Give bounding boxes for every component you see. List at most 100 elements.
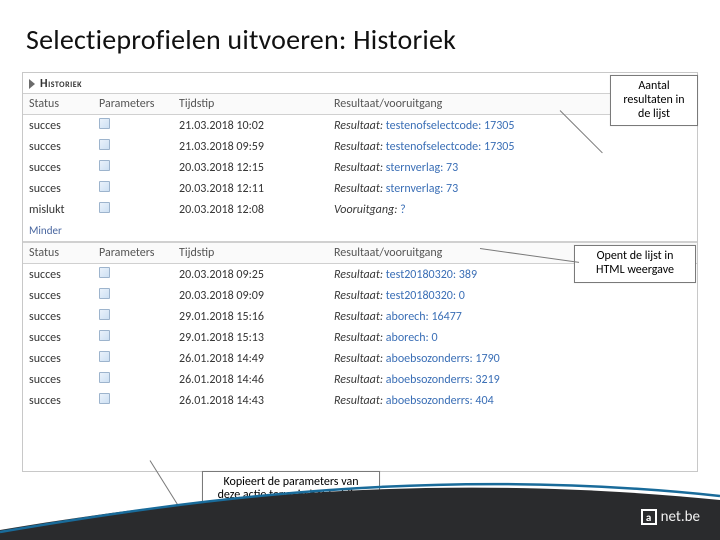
col-status: Status	[23, 243, 93, 264]
cell-status: succes	[23, 390, 93, 411]
col-status: Status	[23, 94, 93, 115]
cell-status: succes	[23, 369, 93, 390]
callout-open-html: Opent de lijst in HTML weergave	[574, 245, 696, 283]
result-label: Resultaat:	[334, 268, 386, 282]
result-label: Resultaat:	[334, 119, 386, 133]
cell-tijdstip: 20.03.2018 09:09	[173, 285, 328, 306]
cell-tijdstip: 29.01.2018 15:16	[173, 306, 328, 327]
result-label: Resultaat:	[334, 394, 386, 408]
result-link[interactable]: aboebsozonderrs: 1790	[386, 352, 500, 366]
copy-params-icon[interactable]	[99, 202, 110, 213]
cell-result: Resultaat: sternverlag: 73	[328, 178, 697, 199]
copy-params-icon[interactable]	[99, 372, 110, 383]
result-label: Resultaat:	[334, 331, 386, 345]
cell-result: Resultaat: aboebsozonderrs: 1790	[328, 348, 697, 369]
cell-tijdstip: 21.03.2018 10:02	[173, 115, 328, 137]
cell-status: succes	[23, 115, 93, 137]
callout-result-count: Aantal resultaten in de lijst	[610, 75, 698, 126]
col-parameters: Parameters	[93, 243, 173, 264]
cell-parameters	[93, 285, 173, 306]
cell-status: succes	[23, 348, 93, 369]
cell-tijdstip: 20.03.2018 12:08	[173, 199, 328, 220]
cell-tijdstip: 26.01.2018 14:46	[173, 369, 328, 390]
table-row: mislukt20.03.2018 12:08Vooruitgang: ?	[23, 199, 697, 220]
cell-status: succes	[23, 157, 93, 178]
cell-result: Resultaat: sternverlag: 73	[328, 157, 697, 178]
result-link[interactable]: aborech: 0	[386, 331, 438, 345]
col-tijdstip: Tijdstip	[173, 94, 328, 115]
cell-status: succes	[23, 264, 93, 286]
cell-tijdstip: 20.03.2018 12:11	[173, 178, 328, 199]
table-row: succes 21.03.2018 10:02 Resultaat: testeno…	[23, 115, 697, 137]
copy-params-icon[interactable]	[99, 309, 110, 320]
result-link[interactable]: aboebsozonderrs: 404	[386, 394, 494, 408]
cell-result: Resultaat: aboebsozonderrs: 404	[328, 390, 697, 411]
expand-icon	[29, 79, 35, 89]
historiek-table-top: Status Parameters Tijdstip Resultaat/voo…	[23, 93, 697, 220]
historiek-header: Historiek	[23, 73, 697, 93]
result-link[interactable]: aboebsozonderrs: 3219	[386, 373, 500, 387]
copy-params-icon[interactable]	[99, 267, 110, 278]
table-row: succes29.01.2018 15:16Resultaat: aborech…	[23, 306, 697, 327]
result-link[interactable]: sternverlag: 73	[386, 182, 458, 196]
table-row: succes20.03.2018 09:09Resultaat: test201…	[23, 285, 697, 306]
cell-parameters	[93, 369, 173, 390]
copy-params-icon[interactable]	[99, 351, 110, 362]
cell-parameters	[93, 199, 173, 220]
cell-result: Resultaat: test20180320: 0	[328, 285, 697, 306]
copy-params-icon[interactable]	[99, 288, 110, 299]
copy-params-icon[interactable]	[99, 118, 110, 129]
copy-params-icon[interactable]	[99, 181, 110, 192]
result-label: Resultaat:	[334, 310, 386, 324]
cell-status: succes	[23, 136, 93, 157]
result-label: Resultaat:	[334, 352, 386, 366]
cell-parameters	[93, 348, 173, 369]
result-link[interactable]: sternverlag: 73	[386, 161, 458, 175]
result-label: Resultaat:	[334, 161, 386, 175]
result-label: Resultaat:	[334, 289, 386, 303]
result-label: Resultaat:	[334, 140, 386, 154]
copy-params-icon[interactable]	[99, 139, 110, 150]
cell-parameters	[93, 264, 173, 286]
result-link[interactable]: testenofselectcode: 17305	[386, 119, 515, 133]
copy-params-icon[interactable]	[99, 393, 110, 404]
cell-status: succes	[23, 306, 93, 327]
cell-status: succes	[23, 327, 93, 348]
table-row: succes20.03.2018 12:15Resultaat: sternve…	[23, 157, 697, 178]
cell-parameters	[93, 136, 173, 157]
cell-parameters	[93, 327, 173, 348]
result-link[interactable]: ?	[400, 203, 406, 217]
footer-swoosh	[0, 470, 720, 540]
table-row: succes 26.01.2018 14:46 Resultaat: aboebso…	[23, 369, 697, 390]
cell-status: succes	[23, 285, 93, 306]
brand-text: net.be	[661, 508, 700, 526]
brand-a-icon: a	[641, 509, 657, 525]
cell-parameters	[93, 157, 173, 178]
result-label: Resultaat:	[334, 182, 386, 196]
cell-tijdstip: 29.01.2018 15:13	[173, 327, 328, 348]
minder-link[interactable]: Minder	[23, 220, 697, 241]
result-link[interactable]: aborech: 16477	[386, 310, 462, 324]
result-link[interactable]: testenofselectcode: 17305	[386, 140, 515, 154]
copy-params-icon[interactable]	[99, 330, 110, 341]
table-row: succes26.01.2018 14:49Resultaat: aboebso…	[23, 348, 697, 369]
cell-result: Resultaat: testenofselectcode: 17305	[328, 136, 697, 157]
cell-parameters	[93, 306, 173, 327]
cell-parameters	[93, 115, 173, 137]
cell-tijdstip: 20.03.2018 09:25	[173, 264, 328, 286]
historiek-label: Historiek	[40, 77, 82, 91]
result-link[interactable]: test20180320: 389	[386, 268, 477, 282]
result-label: Vooruitgang:	[334, 203, 400, 217]
result-label: Resultaat:	[334, 373, 386, 387]
result-link[interactable]: test20180320: 0	[386, 289, 465, 303]
cell-status: succes	[23, 178, 93, 199]
cell-result: Resultaat: aborech: 16477	[328, 306, 697, 327]
col-parameters: Parameters	[93, 94, 173, 115]
cell-tijdstip: 21.03.2018 09:59	[173, 136, 328, 157]
cell-parameters	[93, 390, 173, 411]
cell-tijdstip: 20.03.2018 12:15	[173, 157, 328, 178]
page-title: Selectieprofielen uitvoeren: Historiek	[26, 22, 456, 57]
cell-result: Resultaat: aborech: 0	[328, 327, 697, 348]
cell-tijdstip: 26.01.2018 14:49	[173, 348, 328, 369]
copy-params-icon[interactable]	[99, 160, 110, 171]
